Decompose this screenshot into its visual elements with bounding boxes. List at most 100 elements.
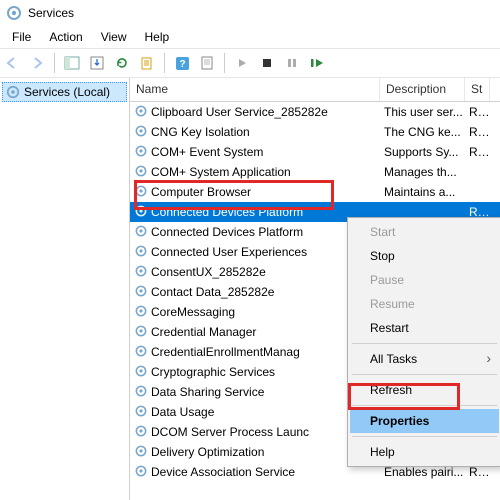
service-row[interactable]: COM+ Event System Supports Sy...R…: [130, 142, 500, 162]
service-name: Data Usage: [151, 405, 214, 419]
service-name: Computer Browser: [151, 185, 251, 199]
toolbar-separator: [224, 53, 225, 73]
service-name: Cryptographic Services: [151, 365, 275, 379]
menu-file[interactable]: File: [4, 28, 39, 46]
ctx-resume[interactable]: Resume: [350, 292, 499, 316]
tree-root-label: Services (Local): [24, 85, 110, 99]
ctx-separator: [352, 374, 497, 375]
service-name: Contact Data_285282e: [151, 285, 274, 299]
svg-text:?: ?: [179, 59, 185, 70]
service-description: Enables pairi...: [380, 465, 465, 479]
title-bar: Services: [0, 0, 500, 26]
list-header: Name Description St: [130, 78, 500, 102]
window-title: Services: [28, 6, 74, 20]
start-service-button[interactable]: [233, 54, 251, 72]
ctx-refresh[interactable]: Refresh: [350, 378, 499, 402]
back-button[interactable]: [3, 54, 21, 72]
export-button[interactable]: [88, 54, 106, 72]
service-name: Credential Manager: [151, 325, 256, 339]
gear-icon: [134, 424, 148, 441]
ctx-separator: [352, 436, 497, 437]
service-name: Device Association Service: [151, 465, 295, 479]
context-menu: Start Stop Pause Resume Restart All Task…: [347, 217, 500, 467]
service-description: Maintains a...: [380, 185, 465, 199]
tree-root-services-local[interactable]: Services (Local): [2, 82, 127, 102]
gear-icon: [134, 344, 148, 361]
menu-help[interactable]: Help: [137, 28, 178, 46]
ctx-all-tasks[interactable]: All Tasks: [350, 347, 499, 371]
gear-icon: [134, 404, 148, 421]
service-name: CoreMessaging: [151, 305, 235, 319]
service-description: Supports Sy...: [380, 145, 465, 159]
toolbar: ?: [0, 48, 500, 78]
refresh-button[interactable]: [113, 54, 131, 72]
service-name: Connected Devices Platform: [151, 225, 303, 239]
menu-view[interactable]: View: [93, 28, 135, 46]
tree-panel: Services (Local): [0, 78, 130, 500]
toolbar-separator: [164, 53, 165, 73]
ctx-stop[interactable]: Stop: [350, 244, 499, 268]
gear-icon: [134, 364, 148, 381]
service-name: Clipboard User Service_285282e: [151, 105, 328, 119]
gear-icon: [134, 304, 148, 321]
ctx-help[interactable]: Help: [350, 440, 499, 464]
service-status: R…: [465, 125, 490, 139]
service-name: Data Sharing Service: [151, 385, 264, 399]
toolbar-separator: [54, 53, 55, 73]
gear-icon: [134, 264, 148, 281]
forward-button[interactable]: [28, 54, 46, 72]
service-status: R…: [465, 105, 490, 119]
show-hide-tree-button[interactable]: [63, 54, 81, 72]
service-name: Connected Devices Platform: [151, 205, 303, 219]
gear-icon: [134, 224, 148, 241]
service-name: Delivery Optimization: [151, 445, 264, 459]
menu-action[interactable]: Action: [41, 28, 90, 46]
service-name: CredentialEnrollmentManag: [151, 345, 300, 359]
gear-icon: [134, 204, 148, 221]
gear-icon: [134, 244, 148, 261]
gear-icon: [134, 444, 148, 461]
header-description[interactable]: Description: [380, 78, 465, 101]
gear-icon: [134, 324, 148, 341]
help-button[interactable]: ?: [173, 54, 191, 72]
gear-icon: [6, 85, 20, 99]
gear-icon: [134, 284, 148, 301]
restart-service-button[interactable]: [308, 54, 326, 72]
header-name[interactable]: Name: [130, 78, 380, 101]
gear-icon: [134, 184, 148, 201]
gear-icon: [134, 164, 148, 181]
service-status: R…: [465, 465, 490, 479]
gear-icon: [134, 144, 148, 161]
gear-icon: [134, 104, 148, 121]
ctx-restart[interactable]: Restart: [350, 316, 499, 340]
header-status[interactable]: St: [465, 78, 490, 101]
ctx-start[interactable]: Start: [350, 220, 499, 244]
service-status: R…: [465, 145, 490, 159]
ctx-separator: [352, 405, 497, 406]
service-name: CNG Key Isolation: [151, 125, 250, 139]
service-name: Connected User Experiences: [151, 245, 307, 259]
gear-icon: [134, 124, 148, 141]
service-row[interactable]: Clipboard User Service_285282e This user …: [130, 102, 500, 122]
service-row[interactable]: Computer Browser Maintains a...: [130, 182, 500, 202]
ctx-separator: [352, 343, 497, 344]
service-description: The CNG ke...: [380, 125, 465, 139]
gear-icon: [6, 5, 22, 21]
ctx-properties[interactable]: Properties: [350, 409, 499, 433]
service-name: DCOM Server Process Launc: [151, 425, 309, 439]
service-description: This user ser...: [380, 105, 465, 119]
service-name: ConsentUX_285282e: [151, 265, 266, 279]
pause-service-button[interactable]: [283, 54, 301, 72]
stop-service-button[interactable]: [258, 54, 276, 72]
service-row[interactable]: COM+ System Application Manages th...: [130, 162, 500, 182]
service-row[interactable]: CNG Key Isolation The CNG ke...R…: [130, 122, 500, 142]
gear-icon: [134, 464, 148, 481]
ctx-pause[interactable]: Pause: [350, 268, 499, 292]
properties-toolbar-button[interactable]: [198, 54, 216, 72]
service-name: COM+ Event System: [151, 145, 263, 159]
export-list-button[interactable]: [138, 54, 156, 72]
service-description: Manages th...: [380, 165, 465, 179]
gear-icon: [134, 384, 148, 401]
service-name: COM+ System Application: [151, 165, 291, 179]
menu-bar: File Action View Help: [0, 26, 500, 48]
